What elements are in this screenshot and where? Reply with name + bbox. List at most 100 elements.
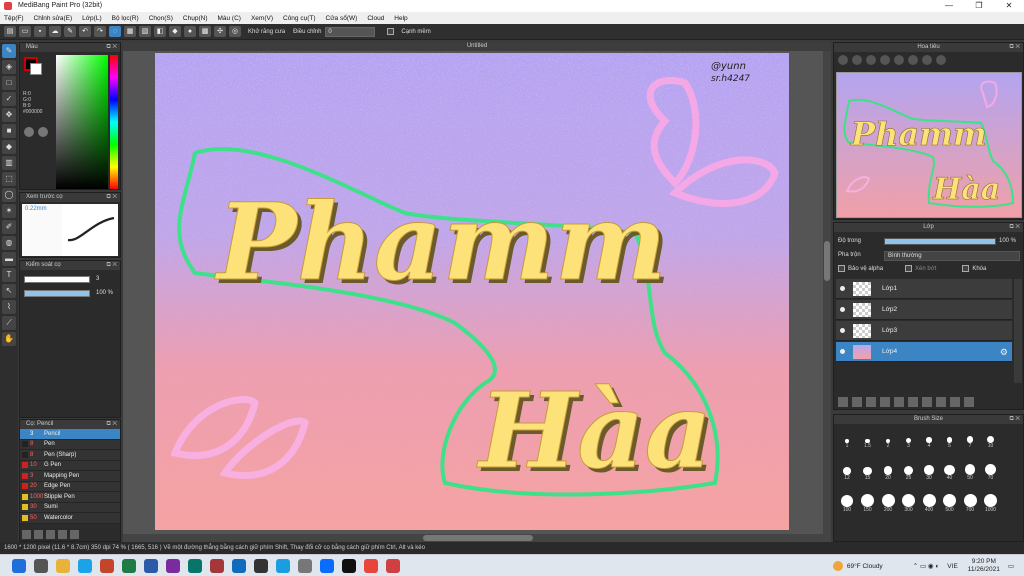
menu-edit[interactable]: Chỉnh sửa(E) [34,15,73,22]
brush-size-preset[interactable]: 10 [982,429,1000,453]
reset-rotation-icon[interactable] [922,55,932,65]
layer-row[interactable]: Lớp1 [836,279,1012,299]
taskbar-access-icon[interactable] [210,559,224,573]
menu-color[interactable]: Màu (C) [217,15,240,22]
saturation-value-picker[interactable] [56,55,108,189]
share-icon[interactable]: ✎ [64,26,76,37]
close-button[interactable]: ✕ [994,0,1024,12]
taskbar-publisher-icon[interactable] [188,559,202,573]
select-pen-icon[interactable]: ✐ [2,220,16,234]
eraser-tool-icon[interactable]: ◈ [2,60,16,74]
color-history-icon[interactable] [38,127,48,137]
open-file-icon[interactable]: ▭ [19,26,31,37]
panel-menu-icon[interactable]: ⧉ ✕ [1009,43,1020,52]
brush-list-item[interactable]: 20 Edge Pen [20,481,120,492]
menu-file[interactable]: Tệp(F) [4,15,24,22]
brush-size-preset[interactable]: 15 [859,461,877,485]
flip-icon[interactable] [936,55,946,65]
taskbar-skype-icon[interactable] [78,559,92,573]
brush-size-preset[interactable]: 40 [941,461,959,485]
lasso-icon[interactable]: ◌ [109,26,121,37]
taskbar-medibang-icon[interactable] [386,559,400,573]
new-folder-icon[interactable] [866,397,876,407]
minimize-button[interactable]: — [934,0,964,12]
clock[interactable]: 9:20 PM 11/26/2021 [968,558,1000,574]
duplicate-layer-icon[interactable] [880,397,890,407]
delete-layer-icon[interactable] [964,397,974,407]
eyedropper-icon[interactable]: ⌇ [2,300,16,314]
new-layer-icon[interactable] [838,397,848,407]
actual-size-icon[interactable] [880,55,890,65]
move-down-icon[interactable] [950,397,960,407]
brush-size-preset[interactable]: 1 [838,429,856,453]
taskbar-powerpoint-icon[interactable] [100,559,114,573]
brush-size-slider[interactable] [24,276,90,283]
taskbar-zalo-icon[interactable] [320,559,334,573]
panel-menu-icon[interactable]: ⧉ ✕ [106,43,117,52]
layer-opacity-slider[interactable] [884,238,996,245]
brush-list-item[interactable]: 3 Mapping Pen [20,471,120,482]
add-brush-icon[interactable] [22,530,31,539]
redo-icon[interactable]: ↷ [94,26,106,37]
divide-tool-icon[interactable]: ▬ [2,252,16,266]
taskbar-onenote-icon[interactable] [166,559,180,573]
hand-tool-icon[interactable]: ✋ [2,332,16,346]
brush-size-preset[interactable]: 150 [859,493,877,517]
fill-tool-icon[interactable]: ◆ [2,140,16,154]
maximize-button[interactable]: ❐ [964,0,994,12]
canvas-horizontal-scrollbar[interactable] [123,534,823,542]
select-eraser-icon[interactable]: ◍ [2,236,16,250]
rotate-right-icon[interactable] [908,55,918,65]
brush-size-preset[interactable]: 3 [900,429,918,453]
taskbar-edge-icon[interactable] [276,559,290,573]
taskbar-file-explorer-icon[interactable] [56,559,70,573]
protect-alpha-checkbox[interactable] [838,265,845,272]
magic-wand-icon[interactable]: ✶ [2,204,16,218]
transform-icon[interactable]: ◆ [169,26,181,37]
taskbar-excel-icon[interactable] [122,559,136,573]
shape-tool-icon[interactable]: ■ [2,124,16,138]
color-wheel-icon[interactable] [24,127,34,137]
menu-view[interactable]: Xem(V) [251,15,273,22]
layer-row[interactable]: Lớp2 [836,300,1012,320]
brush-list-item[interactable]: 1000 Stipple Pen [20,492,120,503]
blend-mode-dropdown[interactable]: Bình thường [884,251,1020,261]
brush-size-preset[interactable]: 500 [941,493,959,517]
layer-properties-icon[interactable] [922,397,932,407]
panel-menu-icon[interactable]: ⧉ ✕ [1009,223,1020,232]
brush-size-preset[interactable]: 1000 [982,493,1000,517]
brush-list-item[interactable]: 8 Pen [20,439,120,450]
text-tool-icon[interactable]: T [2,268,16,282]
artwork-canvas[interactable]: Phamm Phamm Hàa Hàa @yunn sr.h4247 [155,53,789,530]
brush-list-item[interactable]: 30 Sumi [20,502,120,513]
folder-icon[interactable] [908,397,918,407]
menu-window[interactable]: Cửa sổ(W) [326,15,358,22]
brush-list-item[interactable]: 50 Watercolor [20,513,120,524]
brush-size-preset[interactable]: 30 [920,461,938,485]
brush-size-preset[interactable]: 12 [838,461,856,485]
adjust-dropdown[interactable]: 0 [325,26,376,37]
canvas-tab[interactable]: Untitled [123,42,831,51]
move-tool-icon[interactable]: ✥ [2,108,16,122]
pen-line-icon[interactable]: ⟋ [2,316,16,330]
dot-tool-icon[interactable]: □ [2,76,16,90]
brush-size-preset[interactable]: 50 [961,461,979,485]
smooth-checkbox[interactable] [387,28,395,35]
brush-size-preset[interactable]: 700 [961,493,979,517]
fill-selection-icon[interactable]: ● [184,26,196,37]
taskbar-camera-icon[interactable] [254,559,268,573]
save-icon[interactable]: ▪ [34,26,46,37]
new-halftone-layer-icon[interactable] [852,397,862,407]
menu-select[interactable]: Chọn(S) [149,15,173,22]
visibility-eye-icon[interactable] [840,328,845,333]
menu-tools[interactable]: Công cụ(T) [283,15,316,22]
lasso-tool-icon[interactable]: ◯ [2,188,16,202]
taskbar-start-icon[interactable] [12,559,26,573]
navigator-thumbnail[interactable]: Phamm Hàa [836,72,1022,218]
grid-icon[interactable]: ▩ [199,26,211,37]
brush-list-item[interactable]: 10 G Pen [20,460,120,471]
zoom-out-icon[interactable] [852,55,862,65]
cloud-brush-icon[interactable] [46,530,55,539]
lock-checkbox[interactable] [962,265,970,272]
taskbar-chrome-icon[interactable] [364,559,378,573]
